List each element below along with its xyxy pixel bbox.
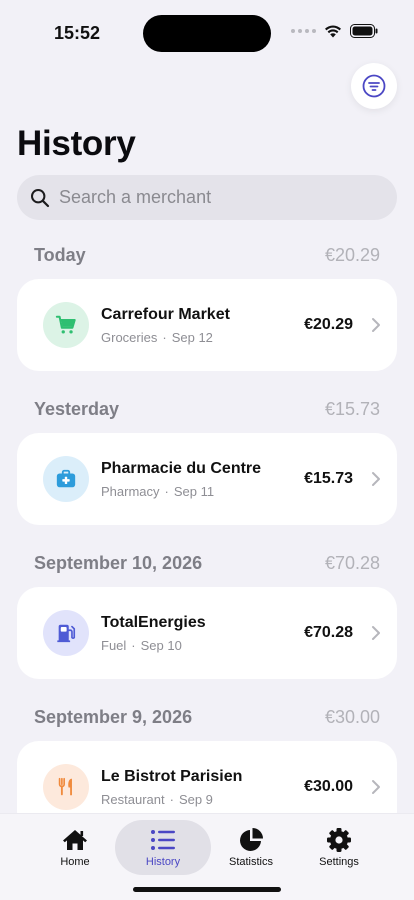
transaction-meta: Pharmacy · Sep 11 bbox=[101, 483, 215, 499]
search-icon bbox=[30, 188, 50, 208]
fork-knife-icon bbox=[43, 764, 89, 810]
date-label: Sep 12 bbox=[171, 329, 213, 345]
wifi-icon bbox=[325, 25, 341, 38]
day-header: September 10, 2026 €70.28 bbox=[34, 553, 380, 574]
battery-icon bbox=[350, 24, 378, 38]
tab-settings[interactable]: Settings bbox=[291, 820, 387, 875]
transaction-meta: Restaurant · Sep 9 bbox=[101, 791, 213, 807]
transaction-card[interactable]: Carrefour Market Groceries · Sep 12 €20.29 bbox=[17, 279, 397, 371]
merchant-name: TotalEnergies bbox=[101, 613, 206, 631]
day-total: €70.28 bbox=[324, 553, 380, 573]
list-icon bbox=[149, 827, 177, 853]
transaction-meta: Groceries · Sep 12 bbox=[101, 329, 213, 345]
tab-history[interactable]: History bbox=[115, 820, 211, 875]
transaction-info: Pharmacie du Centre Pharmacy · Sep 11 bbox=[101, 460, 304, 499]
transaction-card[interactable]: TotalEnergies Fuel · Sep 10 €70.28 bbox=[17, 587, 397, 679]
transaction-info: Carrefour Market Groceries · Sep 12 bbox=[101, 306, 304, 345]
chevron-right-icon bbox=[371, 625, 381, 641]
transaction-amount: €70.28 bbox=[304, 624, 353, 641]
fuel-pump-icon bbox=[43, 610, 89, 656]
transaction-amount: €20.29 bbox=[304, 316, 353, 333]
history-list[interactable]: Today €20.29 Carrefour Market Groceries ·… bbox=[0, 230, 414, 815]
tab-statistics[interactable]: Statistics bbox=[203, 820, 299, 875]
filter-button[interactable] bbox=[351, 63, 397, 109]
merchant-name: Le Bistrot Parisien bbox=[101, 767, 243, 785]
dynamic-island bbox=[143, 15, 271, 52]
tab-label: History bbox=[145, 856, 181, 868]
transaction-amount: €15.73 bbox=[304, 470, 353, 487]
tab-bar: Home History Statistics Settings bbox=[0, 813, 414, 900]
gear-icon bbox=[325, 827, 353, 853]
day-total: €30.00 bbox=[324, 707, 380, 727]
home-indicator bbox=[133, 887, 281, 892]
tab-label: Settings bbox=[319, 856, 359, 868]
transaction-amount: €30.00 bbox=[304, 778, 353, 795]
merchant-name: Carrefour Market bbox=[101, 305, 230, 323]
category-label: Restaurant bbox=[101, 791, 165, 807]
page-title: History bbox=[17, 124, 136, 163]
transaction-card[interactable]: Pharmacie du Centre Pharmacy · Sep 11 €15.… bbox=[17, 433, 397, 525]
transaction-meta: Fuel · Sep 10 bbox=[101, 637, 182, 653]
category-label: Groceries bbox=[101, 329, 158, 345]
tab-label: Statistics bbox=[228, 856, 273, 868]
status-bar: 15:52 bbox=[0, 0, 414, 60]
date-label: Sep 11 bbox=[173, 483, 215, 499]
home-icon bbox=[61, 827, 89, 853]
signal-icon bbox=[291, 29, 316, 33]
tab-label: Home bbox=[60, 856, 90, 868]
day-header: September 9, 2026 €30.00 bbox=[34, 707, 380, 728]
day-header: Yesterday €15.73 bbox=[34, 399, 380, 420]
chevron-right-icon bbox=[371, 779, 381, 795]
day-label: Yesterday bbox=[34, 399, 120, 419]
tab-home[interactable]: Home bbox=[27, 820, 123, 875]
category-label: Fuel bbox=[101, 637, 127, 653]
day-group-sep-9: September 9, 2026 €30.00 Le Bistrot Pari… bbox=[0, 692, 414, 815]
chevron-right-icon bbox=[371, 317, 381, 333]
search-input[interactable]: Search a merchant bbox=[59, 187, 211, 208]
cart-icon bbox=[43, 302, 89, 348]
date-label: Sep 10 bbox=[140, 637, 182, 653]
chevron-right-icon bbox=[371, 471, 381, 487]
day-group-yesterday: Yesterday €15.73 Pharmacie du Centre Pha… bbox=[0, 384, 414, 538]
transaction-info: TotalEnergies Fuel · Sep 10 bbox=[101, 614, 304, 653]
day-label: September 10, 2026 bbox=[34, 553, 203, 573]
transaction-card[interactable]: Le Bistrot Parisien Restaurant · Sep 9 €30… bbox=[17, 741, 397, 815]
pie-chart-icon bbox=[237, 827, 265, 853]
search-bar[interactable]: Search a merchant bbox=[17, 175, 397, 220]
day-total: €15.73 bbox=[324, 399, 380, 419]
day-total: €20.29 bbox=[324, 245, 380, 265]
status-time: 15:52 bbox=[54, 23, 101, 43]
category-label: Pharmacy bbox=[101, 483, 160, 499]
merchant-name: Pharmacie du Centre bbox=[101, 459, 262, 477]
medical-kit-icon bbox=[43, 456, 89, 502]
status-icons bbox=[291, 24, 378, 38]
day-label: Today bbox=[34, 245, 86, 265]
day-group-sep-10: September 10, 2026 €70.28 TotalEnergies … bbox=[0, 538, 414, 692]
date-label: Sep 9 bbox=[178, 791, 213, 807]
filter-icon bbox=[362, 74, 386, 98]
transaction-info: Le Bistrot Parisien Restaurant · Sep 9 bbox=[101, 768, 304, 807]
day-label: September 9, 2026 bbox=[34, 707, 193, 727]
day-header: Today €20.29 bbox=[34, 245, 380, 266]
day-group-today: Today €20.29 Carrefour Market Groceries ·… bbox=[0, 230, 414, 384]
